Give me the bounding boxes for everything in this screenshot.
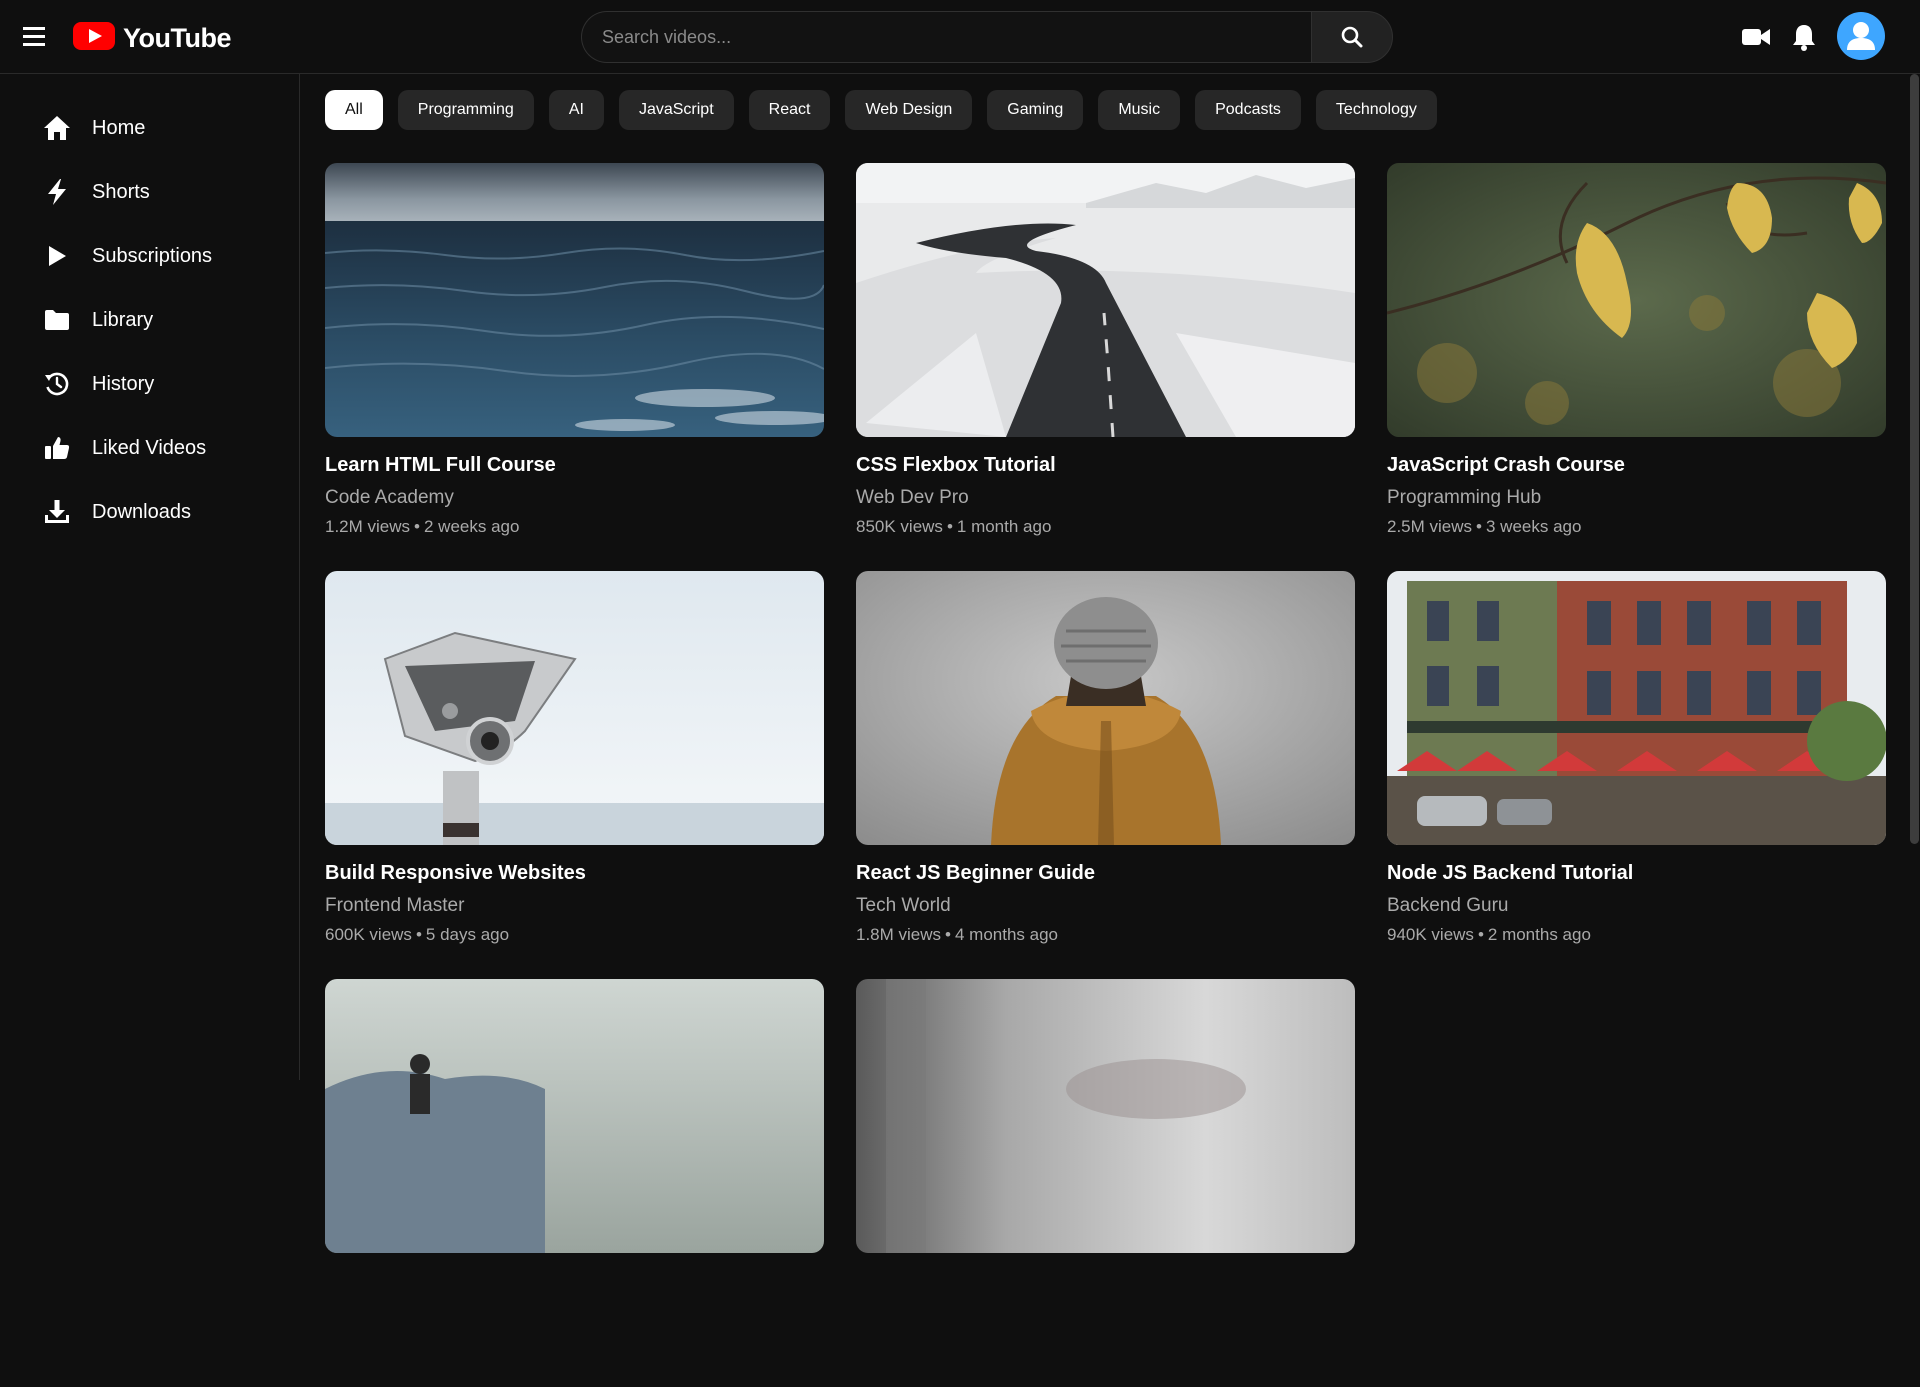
chip-all[interactable]: All bbox=[325, 90, 383, 130]
channel-name[interactable]: Web Dev Pro bbox=[856, 487, 1355, 509]
top-header: YouTube bbox=[0, 0, 1920, 74]
sidebar-item-liked-videos[interactable]: Liked Videos bbox=[0, 416, 299, 480]
sidebar-item-label: Home bbox=[92, 116, 146, 139]
home-icon bbox=[42, 113, 72, 143]
video-title[interactable]: React JS Beginner Guide bbox=[856, 862, 1355, 885]
sidebar-item-downloads[interactable]: Downloads bbox=[0, 480, 299, 544]
youtube-logo-icon bbox=[73, 20, 115, 57]
sidebar-item-subscriptions[interactable]: Subscriptions bbox=[0, 224, 299, 288]
sidebar-item-home[interactable]: Home bbox=[0, 96, 299, 160]
video-thumbnail[interactable] bbox=[1387, 163, 1886, 437]
video-meta: 1.2M views • 2 weeks ago bbox=[325, 517, 520, 536]
download-icon bbox=[42, 497, 72, 527]
search-bar bbox=[581, 11, 1393, 63]
chip-technology[interactable]: Technology bbox=[1315, 90, 1437, 130]
video-card[interactable]: Node JS Backend Tutorial Backend Guru 94… bbox=[1387, 571, 1886, 979]
category-chips: All Programming AI JavaScript React Web … bbox=[325, 90, 1437, 130]
video-card[interactable] bbox=[856, 979, 1355, 1387]
sidebar-item-label: Subscriptions bbox=[92, 244, 213, 267]
video-meta: 940K views • 2 months ago bbox=[1387, 925, 1591, 944]
sidebar: Home Shorts Subscriptions Library Histor… bbox=[0, 74, 300, 1080]
video-title[interactable]: Build Responsive Websites bbox=[325, 862, 824, 885]
video-meta: 850K views • 1 month ago bbox=[856, 517, 1052, 536]
play-icon bbox=[42, 241, 72, 271]
video-title[interactable]: Node JS Backend Tutorial bbox=[1387, 862, 1886, 885]
view-count: 2.5M views bbox=[1387, 517, 1473, 536]
page-scrollbar[interactable] bbox=[1909, 74, 1920, 1080]
channel-name[interactable]: Programming Hub bbox=[1387, 487, 1886, 509]
channel-name[interactable]: Backend Guru bbox=[1387, 895, 1886, 917]
bell-icon bbox=[1793, 25, 1815, 51]
video-meta: 1.8M views • 4 months ago bbox=[856, 925, 1058, 944]
video-thumbnail[interactable] bbox=[856, 571, 1355, 845]
sidebar-item-history[interactable]: History bbox=[0, 352, 299, 416]
search-icon bbox=[1341, 26, 1363, 48]
bolt-icon bbox=[42, 177, 72, 207]
video-thumbnail[interactable] bbox=[1387, 571, 1886, 845]
video-thumbnail[interactable] bbox=[325, 979, 824, 1253]
youtube-logo[interactable]: YouTube bbox=[73, 20, 231, 57]
video-thumbnail[interactable] bbox=[856, 979, 1355, 1253]
sidebar-item-label: Liked Videos bbox=[92, 436, 207, 459]
chip-javascript[interactable]: JavaScript bbox=[618, 90, 734, 130]
chip-ai[interactable]: AI bbox=[548, 90, 604, 130]
upload-age: 1 month ago bbox=[956, 517, 1052, 536]
thumbs-up-icon bbox=[42, 433, 72, 463]
video-camera-icon bbox=[1742, 29, 1770, 45]
video-card[interactable]: CSS Flexbox Tutorial Web Dev Pro 850K vi… bbox=[856, 163, 1355, 571]
sidebar-item-label: Shorts bbox=[92, 180, 150, 203]
upload-age: 3 weeks ago bbox=[1485, 517, 1582, 536]
channel-name[interactable]: Frontend Master bbox=[325, 895, 824, 917]
video-card[interactable] bbox=[325, 979, 824, 1387]
upload-age: 2 weeks ago bbox=[423, 517, 520, 536]
upload-age: 5 days ago bbox=[425, 925, 510, 944]
chip-gaming[interactable]: Gaming bbox=[987, 90, 1084, 130]
sidebar-item-library[interactable]: Library bbox=[0, 288, 299, 352]
video-card[interactable]: Learn HTML Full Course Code Academy 1.2M… bbox=[325, 163, 824, 571]
upload-age: 2 months ago bbox=[1487, 925, 1591, 944]
chip-web-design[interactable]: Web Design bbox=[845, 90, 973, 130]
view-count: 940K views bbox=[1387, 925, 1474, 944]
video-card[interactable]: JavaScript Crash Course Programming Hub … bbox=[1387, 163, 1886, 571]
chip-react[interactable]: React bbox=[748, 90, 831, 130]
chip-programming[interactable]: Programming bbox=[397, 90, 534, 130]
channel-name[interactable]: Code Academy bbox=[325, 487, 824, 509]
view-count: 600K views bbox=[325, 925, 412, 944]
sidebar-item-label: History bbox=[92, 372, 155, 395]
avatar[interactable] bbox=[1837, 12, 1885, 60]
view-count: 850K views bbox=[856, 517, 943, 536]
sidebar-item-label: Library bbox=[92, 308, 154, 331]
video-meta: 600K views • 5 days ago bbox=[325, 925, 510, 944]
upload-age: 4 months ago bbox=[954, 925, 1058, 944]
video-title[interactable]: CSS Flexbox Tutorial bbox=[856, 454, 1355, 477]
logo-text: YouTube bbox=[123, 23, 231, 53]
channel-name[interactable]: Tech World bbox=[856, 895, 1355, 917]
video-thumbnail[interactable] bbox=[856, 163, 1355, 437]
chip-music[interactable]: Music bbox=[1098, 90, 1181, 130]
create-video-button[interactable] bbox=[1741, 24, 1771, 50]
video-title[interactable]: Learn HTML Full Course bbox=[325, 454, 824, 477]
video-grid: Learn HTML Full Course Code Academy 1.2M… bbox=[325, 163, 1886, 1387]
video-card[interactable]: React JS Beginner Guide Tech World 1.8M … bbox=[856, 571, 1355, 979]
sidebar-item-label: Downloads bbox=[92, 500, 191, 523]
sidebar-item-shorts[interactable]: Shorts bbox=[0, 160, 299, 224]
folder-icon bbox=[42, 305, 72, 335]
video-thumbnail[interactable] bbox=[325, 163, 824, 437]
search-button[interactable] bbox=[1311, 11, 1393, 63]
chip-podcasts[interactable]: Podcasts bbox=[1195, 90, 1301, 130]
video-meta: 2.5M views • 3 weeks ago bbox=[1387, 517, 1582, 536]
scrollbar-thumb[interactable] bbox=[1910, 74, 1919, 844]
video-thumbnail[interactable] bbox=[325, 571, 824, 845]
video-card[interactable]: Build Responsive Websites Frontend Maste… bbox=[325, 571, 824, 979]
history-icon bbox=[42, 369, 72, 399]
search-input[interactable] bbox=[581, 11, 1311, 63]
notifications-button[interactable] bbox=[1791, 22, 1817, 52]
menu-icon[interactable] bbox=[21, 24, 49, 50]
video-title[interactable]: JavaScript Crash Course bbox=[1387, 454, 1886, 477]
view-count: 1.8M views bbox=[856, 925, 942, 944]
user-icon bbox=[1847, 22, 1875, 50]
view-count: 1.2M views bbox=[325, 517, 411, 536]
